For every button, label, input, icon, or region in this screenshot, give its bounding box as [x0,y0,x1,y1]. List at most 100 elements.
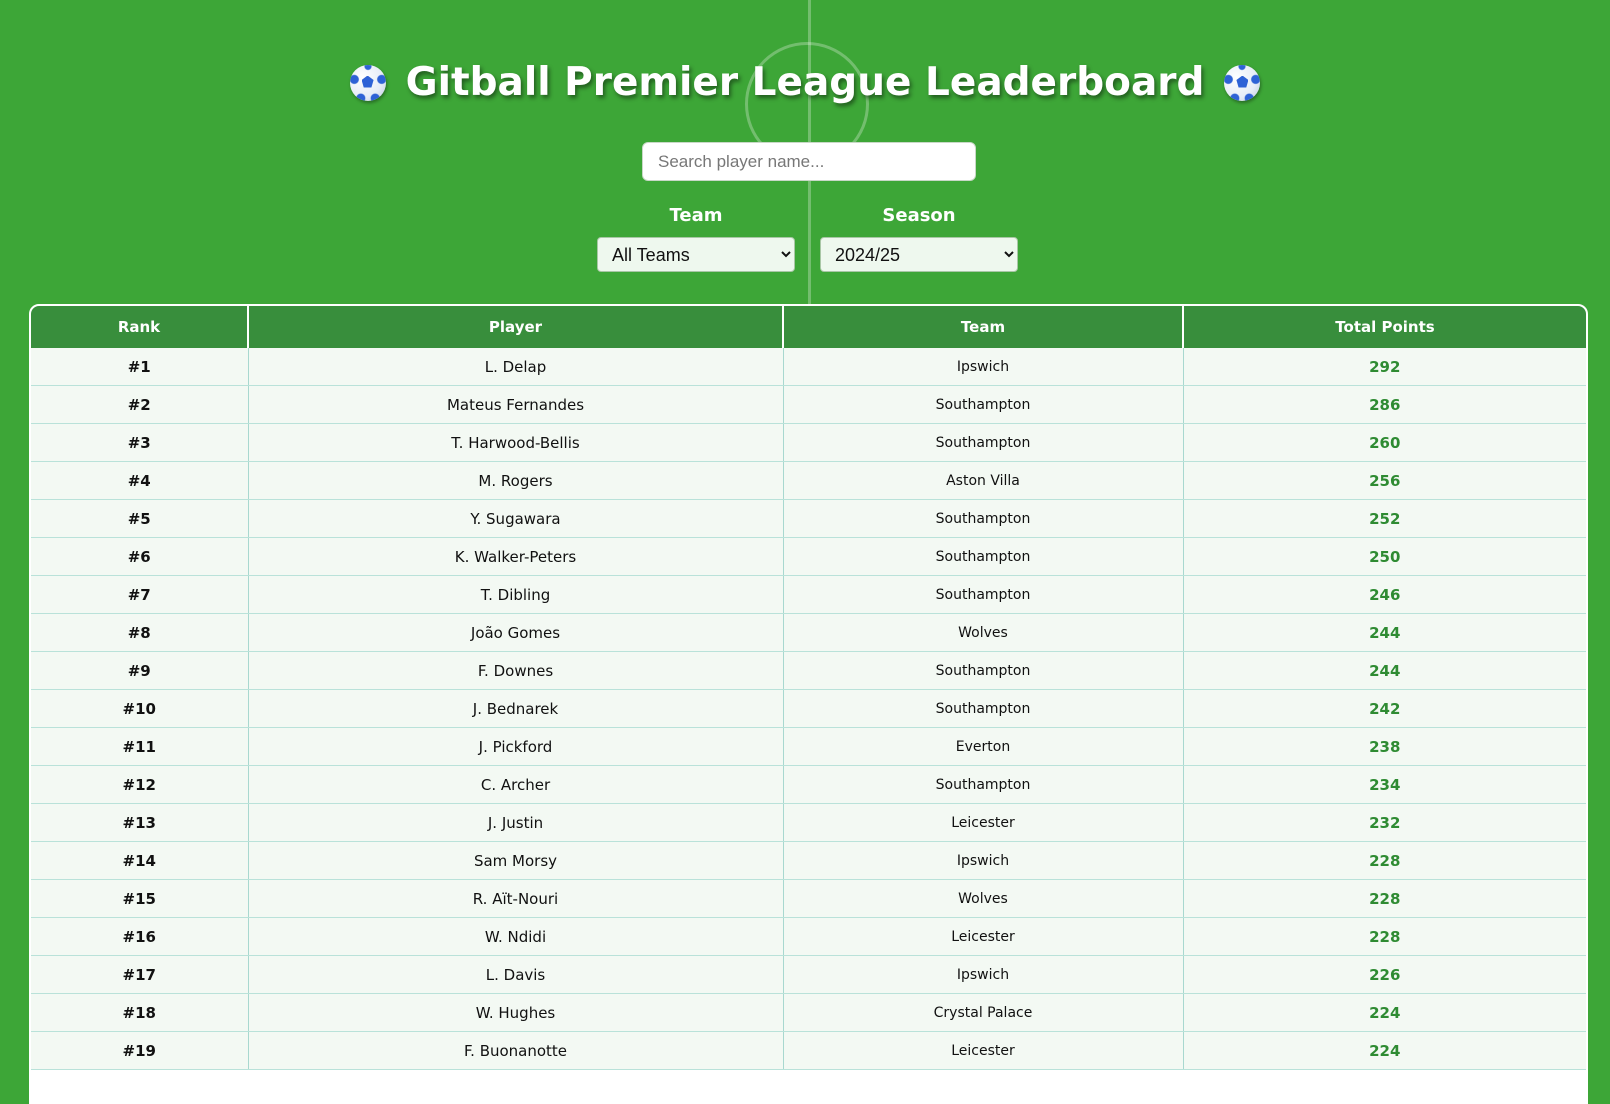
table-body: #1 L. Delap Ipswich 292 #2 Mateus Fernandes So… [31,348,1586,1070]
page-title: Gitball Premier League Leaderboard [405,60,1205,105]
team-cell: Southampton [783,423,1184,462]
rank-cell: #12 [31,765,249,804]
rank-cell: #16 [31,917,249,956]
table-row[interactable]: #14 Sam Morsy Ipswich 228 [31,841,1586,880]
points-cell: 228 [1183,841,1586,880]
points-cell: 226 [1183,955,1586,994]
player-cell: T. Dibling [248,575,784,614]
table-row[interactable]: #6 K. Walker-Peters Southampton 250 [31,537,1586,576]
table-row[interactable]: #1 L. Delap Ipswich 292 [31,348,1586,386]
team-cell: Leicester [783,803,1184,842]
points-cell: 224 [1183,993,1586,1032]
points-cell: 292 [1183,348,1586,386]
table-row[interactable]: #16 W. Ndidi Leicester 228 [31,917,1586,956]
column-header-rank[interactable]: Rank [31,306,249,348]
rank-cell: #7 [31,575,249,614]
player-cell: Sam Morsy [248,841,784,880]
points-cell: 228 [1183,917,1586,956]
table-row[interactable]: #8 João Gomes Wolves 244 [31,613,1586,652]
team-cell: Ipswich [783,841,1184,880]
team-cell: Southampton [783,765,1184,804]
column-header-player[interactable]: Player [248,306,784,348]
rank-cell: #15 [31,879,249,918]
table-row[interactable]: #2 Mateus Fernandes Southampton 286 [31,385,1586,424]
points-cell: 242 [1183,689,1586,728]
column-header-total-points[interactable]: Total Points [1183,306,1586,348]
leaderboard-table-container: Rank Player Team Total Points #1 L. Delap… [29,304,1588,1104]
rank-cell: #11 [31,727,249,766]
player-cell: João Gomes [248,613,784,652]
player-cell: J. Bednarek [248,689,784,728]
table-row[interactable]: #17 L. Davis Ipswich 226 [31,955,1586,994]
soccer-ball-icon [349,64,386,101]
rank-cell: #17 [31,955,249,994]
player-cell: L. Delap [248,348,784,386]
rank-cell: #19 [31,1031,249,1070]
player-cell: L. Davis [248,955,784,994]
player-cell: Mateus Fernandes [248,385,784,424]
points-cell: 238 [1183,727,1586,766]
team-cell: Wolves [783,879,1184,918]
page-title-row: Gitball Premier League Leaderboard [0,60,1610,105]
rank-cell: #3 [31,423,249,462]
search-input[interactable] [642,142,976,181]
player-cell: M. Rogers [248,461,784,500]
points-cell: 260 [1183,423,1586,462]
table-row[interactable]: #11 J. Pickford Everton 238 [31,727,1586,766]
points-cell: 224 [1183,1031,1586,1070]
leaderboard-table: Rank Player Team Total Points #1 L. Delap… [31,306,1586,1070]
team-cell: Leicester [783,1031,1184,1070]
player-cell: F. Downes [248,651,784,690]
player-cell: W. Ndidi [248,917,784,956]
team-filter-label: Team [669,205,723,226]
points-cell: 244 [1183,651,1586,690]
table-row[interactable]: #7 T. Dibling Southampton 246 [31,575,1586,614]
table-row[interactable]: #13 J. Justin Leicester 232 [31,803,1586,842]
rank-cell: #1 [31,348,249,386]
table-row[interactable]: #18 W. Hughes Crystal Palace 224 [31,993,1586,1032]
column-header-team[interactable]: Team [783,306,1184,348]
player-cell: Y. Sugawara [248,499,784,538]
team-cell: Southampton [783,537,1184,576]
soccer-ball-icon [1224,64,1261,101]
table-row[interactable]: #4 M. Rogers Aston Villa 256 [31,461,1586,500]
rank-cell: #8 [31,613,249,652]
season-select[interactable]: 2024/25 [820,237,1018,272]
team-cell: Southampton [783,689,1184,728]
player-cell: K. Walker-Peters [248,537,784,576]
team-cell: Southampton [783,575,1184,614]
rank-cell: #2 [31,385,249,424]
rank-cell: #9 [31,651,249,690]
table-row[interactable]: #12 C. Archer Southampton 234 [31,765,1586,804]
points-cell: 234 [1183,765,1586,804]
player-cell: R. Aït-Nouri [248,879,784,918]
rank-cell: #10 [31,689,249,728]
team-cell: Aston Villa [783,461,1184,500]
rank-cell: #4 [31,461,249,500]
team-cell: Everton [783,727,1184,766]
rank-cell: #18 [31,993,249,1032]
table-row[interactable]: #15 R. Aït-Nouri Wolves 228 [31,879,1586,918]
table-row[interactable]: #19 F. Buonanotte Leicester 224 [31,1031,1586,1070]
points-cell: 252 [1183,499,1586,538]
player-cell: C. Archer [248,765,784,804]
player-cell: J. Pickford [248,727,784,766]
team-cell: Southampton [783,385,1184,424]
table-header-row: Rank Player Team Total Points [31,306,1586,348]
points-cell: 250 [1183,537,1586,576]
rank-cell: #14 [31,841,249,880]
rank-cell: #5 [31,499,249,538]
table-row[interactable]: #9 F. Downes Southampton 244 [31,651,1586,690]
team-select[interactable]: All Teams [597,237,795,272]
player-cell: F. Buonanotte [248,1031,784,1070]
team-cell: Ipswich [783,348,1184,386]
table-row[interactable]: #10 J. Bednarek Southampton 242 [31,689,1586,728]
table-row[interactable]: #5 Y. Sugawara Southampton 252 [31,499,1586,538]
team-filter: Team All Teams [597,205,795,272]
player-cell: W. Hughes [248,993,784,1032]
points-cell: 246 [1183,575,1586,614]
points-cell: 256 [1183,461,1586,500]
season-filter-label: Season [882,205,956,226]
table-row[interactable]: #3 T. Harwood-Bellis Southampton 260 [31,423,1586,462]
season-filter: Season 2024/25 [820,205,1018,272]
